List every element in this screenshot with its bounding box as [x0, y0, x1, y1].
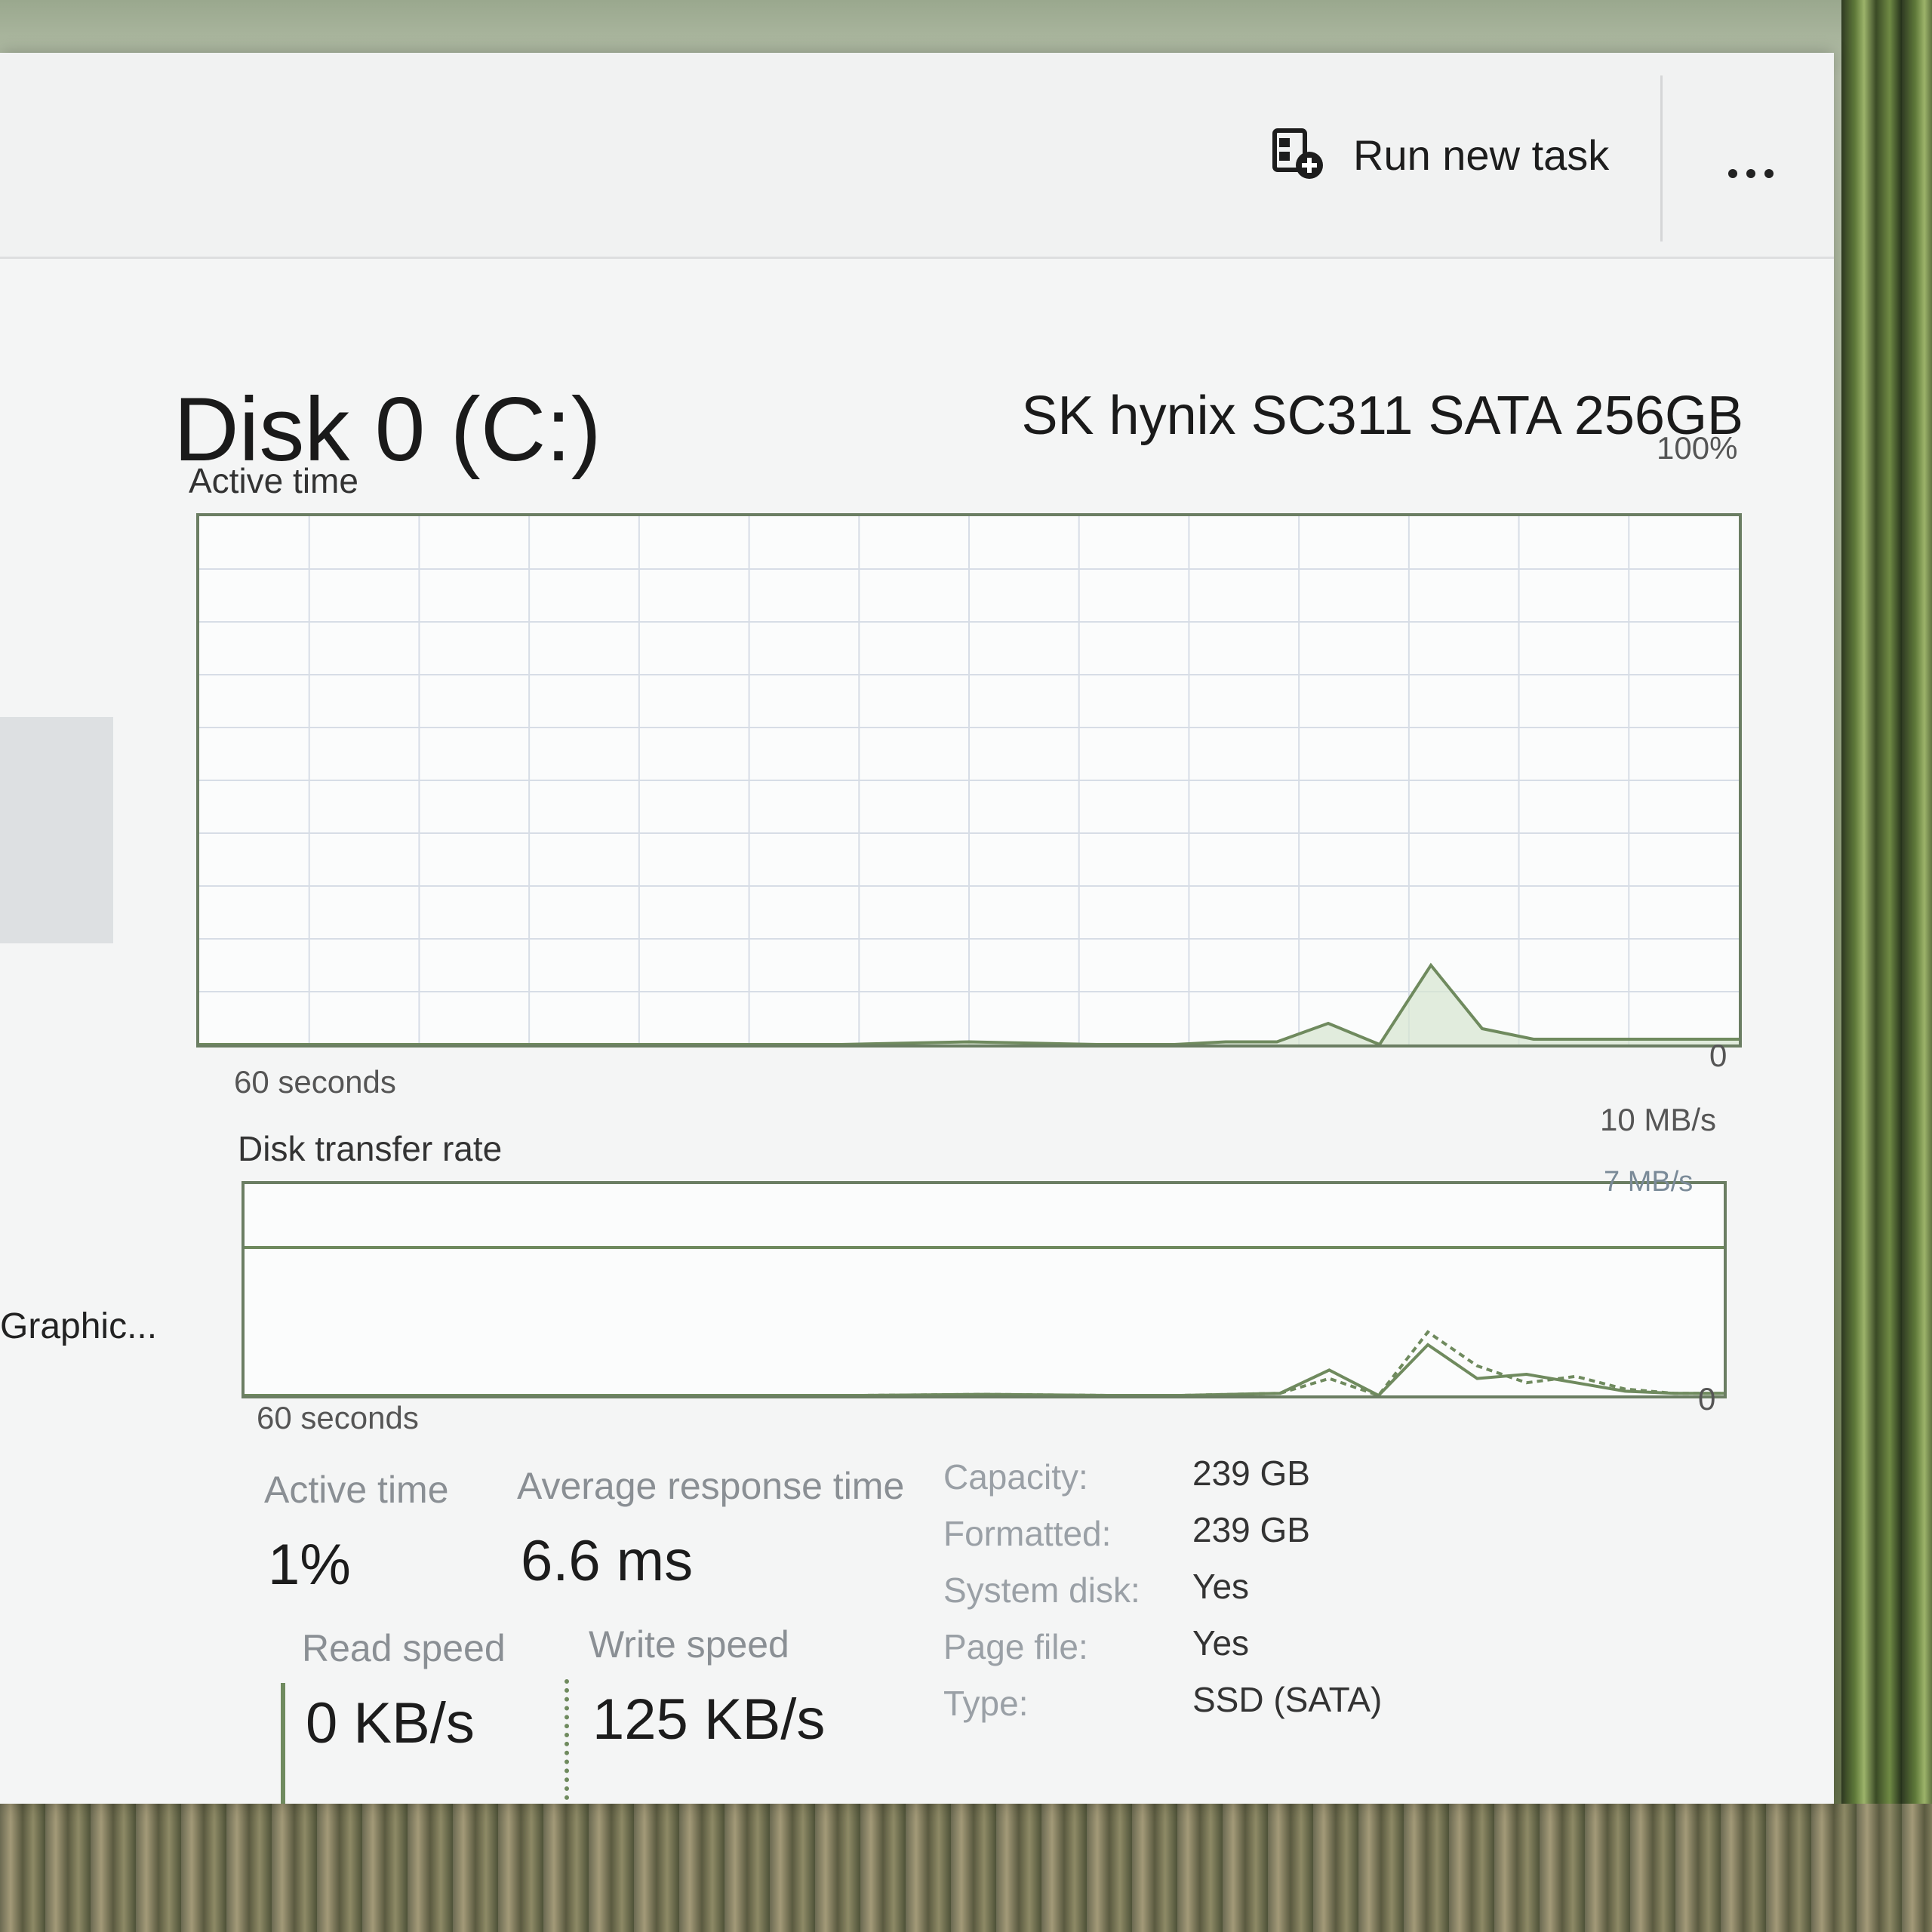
- active-time-min-label: 0: [1709, 1038, 1727, 1073]
- system-disk-value: Yes: [1192, 1567, 1250, 1606]
- active-time-window-label: 60 seconds: [234, 1064, 396, 1100]
- page-file-label: Page file:: [943, 1627, 1088, 1666]
- write-speed-series: [245, 1330, 1724, 1398]
- sidebar-item-gpu[interactable]: Graphic...: [0, 1306, 157, 1347]
- system-disk-label: System disk:: [943, 1571, 1140, 1610]
- desktop-wallpaper-bottom: [0, 1804, 1932, 1932]
- more-options-button[interactable]: [1702, 151, 1800, 196]
- write-speed-value: 125 KB/s: [592, 1687, 826, 1752]
- desktop-wallpaper: [1841, 0, 1932, 1932]
- new-task-icon: [1272, 128, 1323, 179]
- capacity-value: 239 GB: [1192, 1454, 1310, 1493]
- run-new-task-button[interactable]: Run new task: [1272, 113, 1609, 196]
- avg-response-time-label: Average response time: [517, 1465, 905, 1507]
- toolbar-divider: [1660, 75, 1663, 242]
- task-manager-window: Run new task Graphic... Disk 0 (C:) SK h…: [0, 53, 1834, 1804]
- run-new-task-label: Run new task: [1353, 131, 1610, 179]
- read-speed-value: 0 KB/s: [306, 1691, 475, 1755]
- type-value: SSD (SATA): [1192, 1680, 1383, 1719]
- command-bar: Run new task: [0, 53, 1834, 259]
- avg-response-time-value: 6.6 ms: [521, 1529, 694, 1593]
- page-file-value: Yes: [1192, 1623, 1250, 1663]
- active-time-chart-label: Active time: [189, 461, 358, 500]
- read-speed-legend-line: [281, 1683, 285, 1804]
- formatted-value: 239 GB: [1192, 1510, 1310, 1549]
- transfer-rate-graph: [245, 1246, 1724, 1398]
- formatted-label: Formatted:: [943, 1514, 1112, 1553]
- transfer-rate-window-label: 60 seconds: [257, 1400, 419, 1435]
- active-time-max-label: 100%: [1657, 430, 1738, 466]
- transfer-rate-chart-label: Disk transfer rate: [238, 1129, 503, 1168]
- more-horizontal-icon: [1728, 169, 1737, 178]
- active-time-chart: [196, 513, 1742, 1048]
- active-time-graph: [199, 516, 1739, 1047]
- transfer-rate-max-label: 10 MB/s: [1600, 1102, 1717, 1137]
- transfer-rate-line-label: 7 MB/s: [1604, 1166, 1694, 1198]
- transfer-rate-chart: [242, 1181, 1727, 1398]
- write-speed-label: Write speed: [589, 1623, 789, 1666]
- capacity-label: Capacity:: [943, 1457, 1088, 1497]
- disk-model: SK hynix SC311 SATA 256GB: [1021, 386, 1744, 446]
- write-speed-legend-line: [565, 1679, 569, 1800]
- read-speed-label: Read speed: [302, 1627, 506, 1669]
- type-label: Type:: [943, 1684, 1029, 1723]
- read-speed-series: [245, 1343, 1724, 1398]
- transfer-rate-min-label: 0: [1698, 1381, 1716, 1417]
- active-time-stat-value: 1%: [268, 1533, 351, 1597]
- sidebar-selected-item[interactable]: [0, 717, 113, 943]
- active-time-stat-label: Active time: [264, 1469, 449, 1511]
